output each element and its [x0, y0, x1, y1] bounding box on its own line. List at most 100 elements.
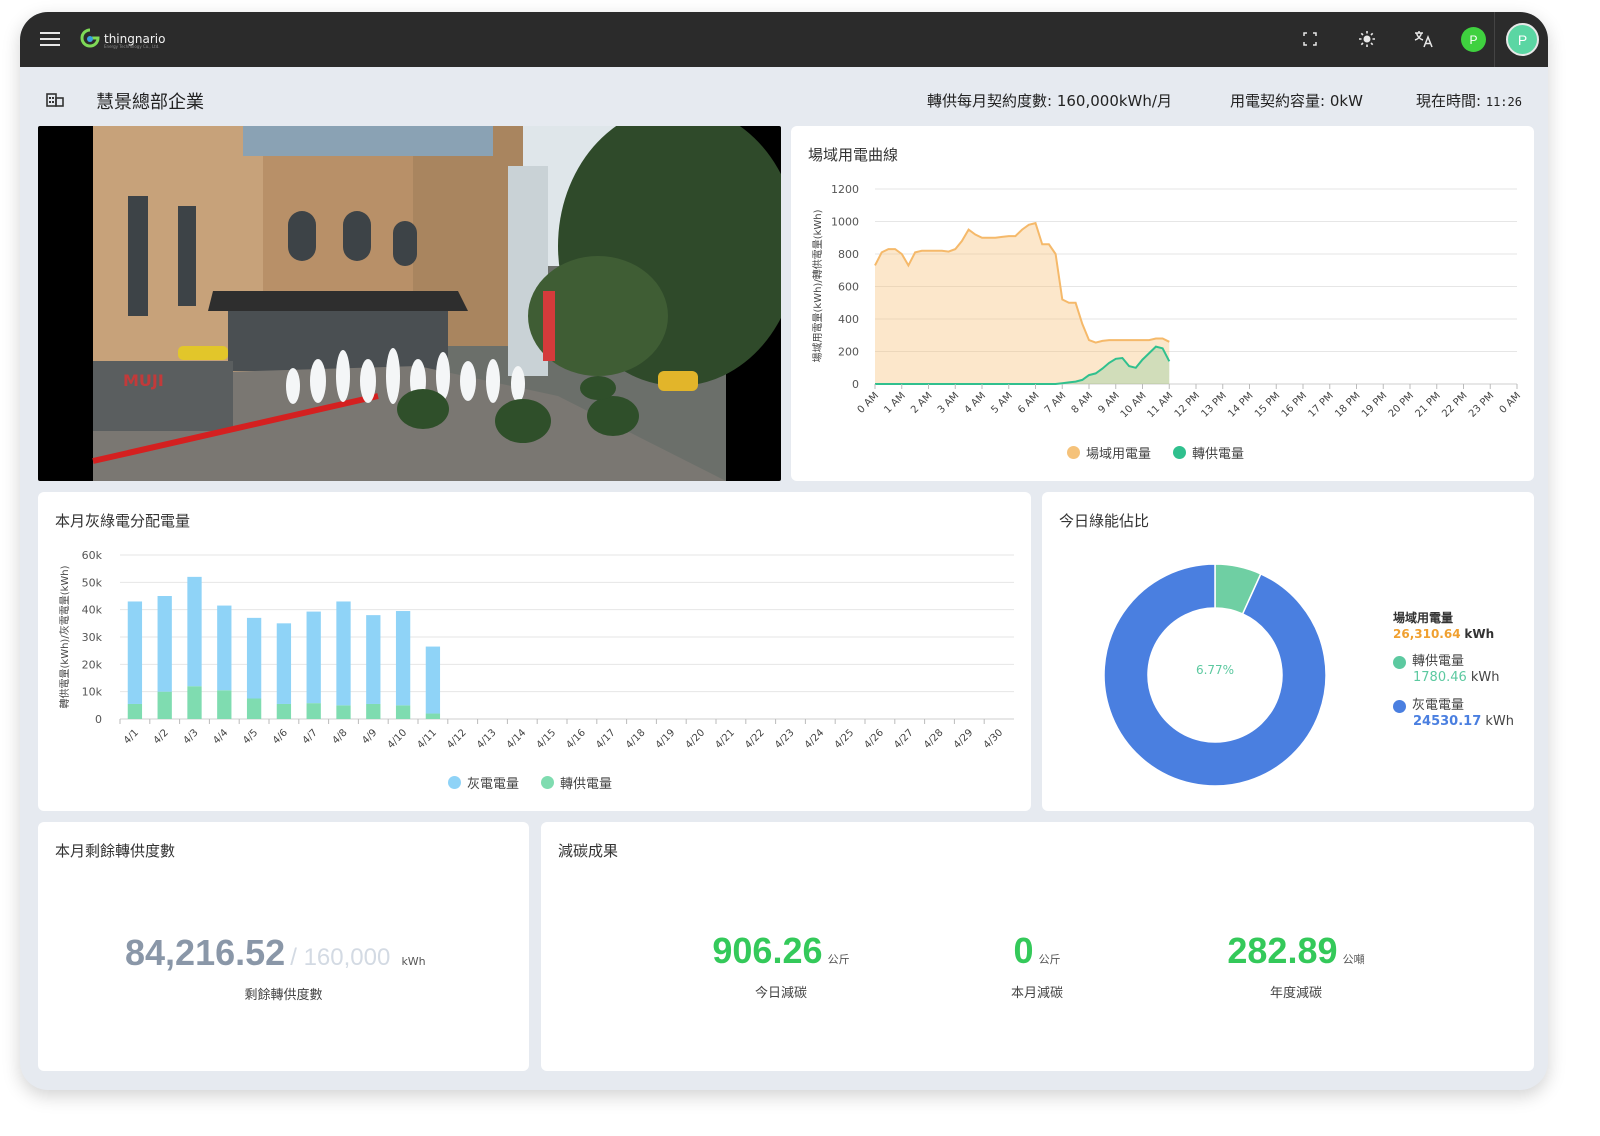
x-tick-label: 4/20	[684, 727, 708, 751]
legend-item-grey[interactable]: 灰電電量	[1393, 698, 1514, 714]
y-tick-label: 40k	[82, 604, 103, 617]
legend-item-site[interactable]: 場域用電量	[1067, 443, 1151, 462]
x-tick-label: 4/14	[505, 727, 529, 751]
x-tick-label: 4/8	[330, 727, 349, 746]
legend-dot	[1173, 446, 1187, 459]
x-tick-label: 4/29	[952, 727, 976, 751]
bar-grey	[246, 617, 262, 699]
legend-dot	[1067, 446, 1080, 459]
grey-value-row: 24530.17 kWh	[1393, 714, 1514, 730]
carbon-today-unit: 公斤	[827, 953, 850, 966]
x-tick-label: 4/2	[152, 727, 171, 746]
monthly-chart-legend: 灰電電量 轉供電量	[448, 773, 612, 792]
x-tick-label: 4/5	[241, 727, 260, 746]
legend-label: 轉供電量	[560, 777, 613, 792]
legend-item-transfer[interactable]: 轉供電量	[1393, 654, 1514, 670]
bar-green	[217, 690, 232, 719]
grey-value: 24530.17	[1413, 714, 1482, 729]
brightness-icon[interactable]	[1354, 26, 1380, 52]
hamburger-icon[interactable]	[38, 26, 64, 52]
bar-grey	[157, 596, 172, 692]
carbon-year: 282.89 公噸 年度減碳	[1176, 930, 1416, 1001]
remaining-unit: kWh	[401, 955, 426, 968]
x-tick-label: 11 AM	[1145, 390, 1175, 420]
carbon-today-value: 906.26	[712, 930, 823, 971]
x-tick-label: 4/16	[564, 727, 588, 751]
status-avatar[interactable]: P	[1461, 27, 1486, 52]
time-stat: 現在時間: 11:26	[1416, 90, 1522, 111]
x-tick-label: 4 AM	[963, 390, 988, 415]
site-usage-label: 場域用電量	[1393, 611, 1454, 625]
y-tick-label: 0	[852, 378, 859, 391]
monthly-chart-ylabel: 轉供電量(kWh)/灰電電量(kWh)	[58, 565, 71, 708]
grey-label: 灰電電量	[1412, 698, 1465, 713]
y-tick-label: 800	[838, 248, 859, 261]
bar-grey	[336, 601, 351, 706]
fullscreen-icon[interactable]	[1297, 26, 1323, 52]
legend-dot	[541, 776, 555, 789]
divider	[1494, 12, 1495, 67]
y-tick-label: 30k	[82, 631, 103, 644]
bar-grey	[395, 611, 411, 706]
y-tick-label: 20k	[82, 658, 103, 671]
bar-grey	[306, 611, 321, 704]
x-tick-label: 15 PM	[1253, 390, 1282, 419]
x-tick-label: 4/4	[211, 727, 230, 746]
y-tick-label: 0	[95, 713, 102, 726]
x-tick-label: 4/13	[475, 727, 499, 751]
contract-stat: 轉供每月契約度數: 160,000kWh/月	[927, 90, 1172, 111]
bar-grey	[187, 576, 202, 687]
x-tick-label: 0 AM	[856, 390, 881, 415]
sub-header: 慧景總部企業 轉供每月契約度數: 160,000kWh/月 用電契約容量: 0k…	[20, 67, 1548, 129]
x-tick-label: 4/6	[271, 727, 290, 746]
translate-icon[interactable]	[1411, 26, 1437, 52]
x-tick-label: 13 PM	[1199, 390, 1228, 419]
legend-item-transfer[interactable]: 轉供電量	[1173, 443, 1244, 462]
y-tick-label: 50k	[82, 576, 103, 589]
legend-item-grey[interactable]: 灰電電量	[448, 773, 519, 792]
x-tick-label: 0 AM	[1498, 390, 1523, 415]
contract-label: 轉供每月契約度數:	[927, 92, 1053, 110]
x-tick-label: 4/7	[301, 727, 320, 746]
carbon-today-caption: 今日減碳	[754, 986, 807, 1001]
x-tick-label: 8 AM	[1070, 390, 1095, 415]
x-tick-label: 21 PM	[1413, 390, 1442, 419]
bar-green	[425, 713, 441, 719]
site-power-chart: 場域用電量(kWh)/轉供電量(kWh) 0 200 400 600 800 1000 12…	[811, 183, 1523, 420]
legend-item-green[interactable]: 轉供電量	[541, 773, 612, 792]
x-tick-label: 4/27	[892, 727, 916, 751]
camera-feed[interactable]: MUJI	[38, 126, 781, 481]
carbon-year-caption: 年度減碳	[1269, 986, 1322, 1001]
grey-unit: kWh	[1485, 714, 1515, 729]
x-tick-label: 14 PM	[1226, 390, 1255, 419]
carbon-year-unit: 公噸	[1342, 953, 1365, 966]
bar-grey	[366, 615, 381, 704]
y-tick-label: 200	[838, 346, 859, 359]
carbon-today: 906.26 公斤 今日減碳	[661, 930, 901, 1001]
x-tick-label: 4/30	[982, 727, 1006, 751]
x-tick-label: 4/24	[803, 727, 827, 751]
logo[interactable]: thingnario Energy Technology Co., Ltd.	[80, 26, 165, 52]
bar-grey	[425, 646, 441, 714]
x-tick-label: 12 PM	[1173, 390, 1202, 419]
user-avatar[interactable]: P	[1506, 23, 1539, 56]
capacity-stat: 用電契約容量: 0kW	[1230, 90, 1363, 111]
site-usage-unit: kWh	[1464, 627, 1495, 641]
legend-dot	[1393, 655, 1406, 669]
site-chart-legend: 場域用電量 轉供電量	[1067, 443, 1244, 462]
site-chart-ylabel: 場域用電量(kWh)/轉供電量(kWh)	[811, 209, 824, 362]
x-tick-label: 17 PM	[1306, 390, 1335, 419]
bar-green	[306, 703, 321, 719]
y-tick-label: 1000	[831, 216, 859, 229]
x-tick-label: 16 PM	[1280, 390, 1309, 419]
y-tick-label: 1200	[831, 183, 859, 196]
company-name: 慧景總部企業	[96, 92, 204, 113]
legend-label: 轉供電量	[1192, 447, 1245, 462]
capacity-value: 0kW	[1329, 92, 1363, 110]
legend-dot	[1393, 699, 1406, 713]
carbon-month-value: 0	[1013, 930, 1034, 971]
y-tick-label: 10k	[82, 686, 103, 699]
site-usage-value-row: 26,310.64 kWh	[1393, 626, 1514, 642]
y-tick-label: 400	[838, 313, 859, 326]
x-tick-label: 4/3	[181, 727, 200, 746]
